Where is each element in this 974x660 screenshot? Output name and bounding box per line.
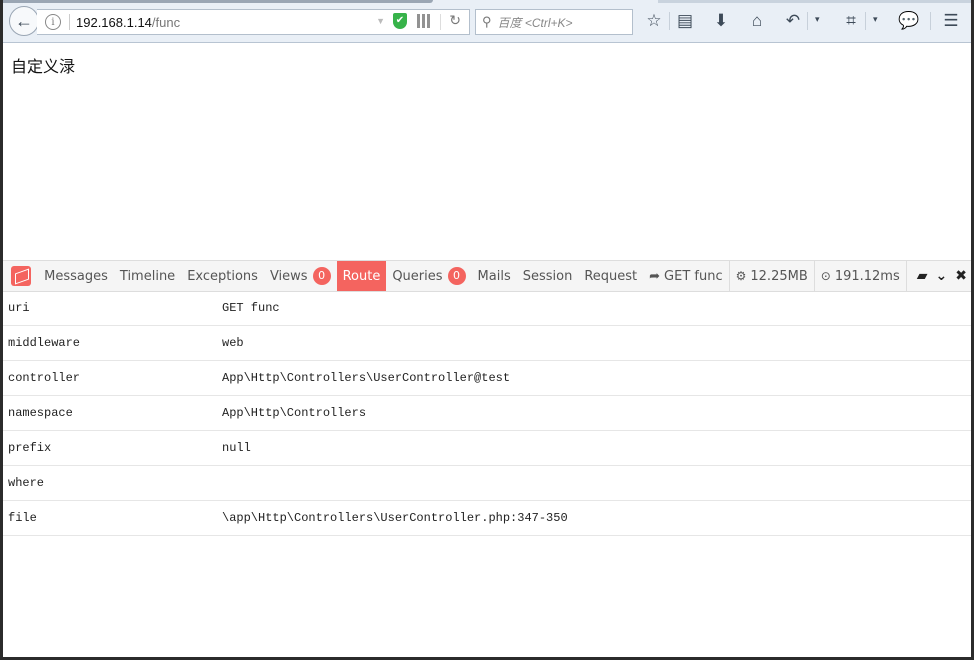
table-row: file \app\Http\Controllers\UserController… <box>3 501 971 536</box>
page-text: 自定义渌 <box>11 59 76 76</box>
share-icon: ➦ <box>649 268 661 284</box>
table-row: where <box>3 466 971 501</box>
tab-label: Route <box>342 268 381 284</box>
row-value: null <box>222 441 251 455</box>
row-key: file <box>8 511 37 525</box>
tab-edge <box>3 0 433 3</box>
url-host: 192.168.1.14 <box>76 14 152 30</box>
tab-edge-right <box>658 0 971 3</box>
row-key: middleware <box>8 336 81 350</box>
tab-label: Views <box>269 268 308 284</box>
browser-toolbar: ← i 192.168.1.14/func ▼ ✔ ↻ ⚲ 百度 <Ctrl+K… <box>3 0 971 43</box>
tab-label: Messages <box>44 268 108 284</box>
tab-label: Mails <box>477 268 511 284</box>
memory-indicator: ⚙ 12.25MB <box>728 261 814 291</box>
search-placeholder: 百度 <Ctrl+K> <box>497 15 573 30</box>
tab-label: Session <box>522 268 573 284</box>
row-key: where <box>8 476 45 490</box>
table-row: namespace App\Http\Controllers <box>3 396 971 431</box>
row-value: GET func <box>222 301 280 315</box>
toolbar-separator <box>930 12 931 30</box>
row-value: App\Http\Controllers <box>222 406 367 420</box>
route-table: uri GET func middleware web controller App\… <box>3 291 971 536</box>
toolbar-separator <box>669 12 670 30</box>
url-dropdown-icon[interactable]: ▼ <box>376 16 385 26</box>
reading-list-icon[interactable]: ▤ <box>674 10 696 32</box>
tab-views[interactable]: Views 0 <box>264 261 337 291</box>
search-input[interactable]: ⚲ 百度 <Ctrl+K> <box>475 9 633 35</box>
tab-label: Request <box>584 268 638 284</box>
tab-queries[interactable]: Queries 0 <box>386 261 471 291</box>
clock-icon: ⊙ <box>820 269 831 283</box>
row-value: \app\Http\Controllers\UserController.php… <box>222 511 568 525</box>
queries-count-badge: 0 <box>447 267 466 285</box>
tab-label: Queries <box>392 268 443 284</box>
url-path: /func <box>151 14 181 30</box>
tab-exceptions[interactable]: Exceptions <box>181 261 264 291</box>
table-row: middleware web <box>3 326 971 361</box>
url-separator <box>69 14 70 30</box>
reload-icon[interactable]: ↻ <box>449 12 461 29</box>
tab-messages[interactable]: Messages <box>38 261 114 291</box>
qr-code-icon[interactable] <box>417 14 431 28</box>
toolbar-separator <box>865 12 866 30</box>
cogs-icon: ⚙ <box>735 269 747 283</box>
search-icon: ⚲ <box>482 14 492 29</box>
time-indicator: ⊙ 191.12ms <box>813 261 906 291</box>
laravel-logo[interactable] <box>3 261 38 291</box>
laravel-logo-icon <box>10 266 31 286</box>
tab-request[interactable]: Request <box>578 261 643 291</box>
menu-icon[interactable]: ☰ <box>940 10 962 32</box>
tab-route[interactable]: Route <box>336 261 387 291</box>
tab-timeline[interactable]: Timeline <box>114 261 181 291</box>
table-row: uri GET func <box>3 291 971 326</box>
back-arrow-icon: ← <box>15 10 33 31</box>
time-value: 191.12ms <box>834 268 900 284</box>
close-icon[interactable]: ✖ <box>951 261 971 291</box>
memory-value: 12.25MB <box>750 268 808 284</box>
undo-dropdown-icon[interactable]: ▾ <box>815 14 820 25</box>
home-icon[interactable]: ⌂ <box>746 10 768 32</box>
route-indicator: ➦ GET func <box>643 261 728 291</box>
open-folder-icon[interactable]: ▰ <box>913 261 932 291</box>
crop-dropdown-icon[interactable]: ▾ <box>873 14 878 25</box>
browser-window: ← i 192.168.1.14/func ▼ ✔ ↻ ⚲ 百度 <Ctrl+K… <box>3 0 971 657</box>
bookmark-star-icon[interactable]: ☆ <box>643 10 665 32</box>
tab-session[interactable]: Session <box>517 261 579 291</box>
debugbar: Messages Timeline Exceptions Views 0 Rout… <box>3 260 971 292</box>
url-separator <box>440 14 441 30</box>
row-key: controller <box>8 371 81 385</box>
url-bar[interactable]: i 192.168.1.14/func ▼ ✔ ↻ <box>37 9 470 35</box>
url-text[interactable]: 192.168.1.14/func <box>76 15 180 30</box>
collapse-icon[interactable]: ⌄ <box>932 261 952 291</box>
chat-icon[interactable]: 💬 <box>898 10 920 32</box>
route-label: GET func <box>664 268 723 284</box>
row-value: web <box>222 336 244 350</box>
undo-icon[interactable]: ↶ <box>782 10 804 32</box>
row-key: prefix <box>8 441 52 455</box>
crop-icon[interactable]: ⌗ <box>840 10 862 32</box>
table-row: prefix null <box>3 431 971 466</box>
download-icon[interactable]: ⬇ <box>710 10 732 32</box>
table-row: controller App\Http\Controllers\UserContr… <box>3 361 971 396</box>
toolbar-separator <box>807 12 808 30</box>
row-key: uri <box>8 301 30 315</box>
tab-label: Exceptions <box>187 268 258 284</box>
back-button[interactable]: ← <box>9 6 39 36</box>
row-key: namespace <box>8 406 73 420</box>
tab-label: Timeline <box>119 268 176 284</box>
page-content: 自定义渌 <box>3 43 971 260</box>
tab-mails[interactable]: Mails <box>472 261 517 291</box>
views-count-badge: 0 <box>312 267 331 285</box>
info-icon[interactable]: i <box>45 14 61 30</box>
row-value: App\Http\Controllers\UserController@test <box>222 371 511 385</box>
shield-icon[interactable]: ✔ <box>393 13 407 29</box>
